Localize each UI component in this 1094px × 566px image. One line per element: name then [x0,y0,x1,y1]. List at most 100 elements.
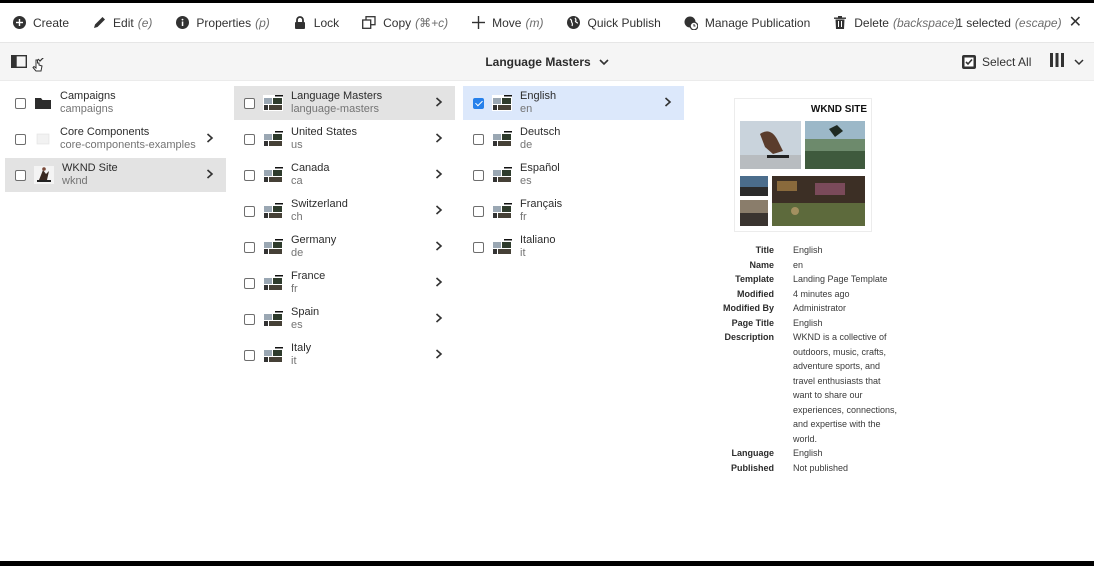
copy-label: Copy [383,15,412,30]
quick-publish-button[interactable]: Quick Publish [566,3,661,43]
property-row: Page Title English [700,316,920,331]
item-name: campaigns [60,103,114,115]
list-item[interactable]: France fr [234,266,455,300]
chevron-right-icon[interactable] [435,95,443,109]
page-title-text: Language Masters [485,55,591,69]
item-checkbox[interactable] [473,205,484,217]
item-title: Switzerland [291,198,348,210]
chevron-right-icon[interactable] [206,131,214,145]
title-bar: Language Masters Select All [0,43,1094,81]
chevron-right-icon[interactable] [435,203,443,217]
properties-button[interactable]: Properties (p) [175,3,270,43]
list-item[interactable]: Campaigns campaigns [5,86,226,120]
copy-shortcut: (⌘+c) [415,15,449,30]
list-item[interactable]: Canada ca [234,158,455,192]
list-item[interactable]: Italiano it [463,230,684,264]
list-item[interactable]: Français fr [463,194,684,228]
chevron-down-icon[interactable] [599,55,609,69]
delete-button[interactable]: Delete (backspace) [833,3,958,43]
item-name: wknd [62,175,88,187]
list-item[interactable]: Germany de [234,230,455,264]
chevron-right-icon[interactable] [435,239,443,253]
item-text: Switzerland ch [291,198,348,224]
chevron-right-icon[interactable] [435,275,443,289]
view-switcher[interactable] [1050,43,1084,81]
item-checkbox[interactable] [473,241,484,253]
item-thumbnail-icon [263,167,283,183]
lock-icon [293,16,307,30]
item-checkbox[interactable] [473,169,484,181]
property-key: Template [735,274,774,284]
list-item[interactable]: United States us [234,122,455,156]
item-checkbox[interactable] [473,97,484,109]
item-name: en [520,103,533,115]
item-checkbox[interactable] [244,133,255,145]
list-item[interactable]: Core Components core-components-examples [5,122,226,156]
item-thumbnail-icon [263,131,283,147]
item-thumbnail-icon [492,95,512,111]
list-item[interactable]: Switzerland ch [234,194,455,228]
item-checkbox[interactable] [244,97,255,109]
item-text: Language Masters language-masters [291,90,382,116]
property-row: Language English [700,446,920,461]
list-item[interactable]: WKND Site wknd [5,158,226,192]
lock-button[interactable]: Lock [293,3,339,43]
chevron-right-icon[interactable] [435,347,443,361]
item-thumbnail-icon [263,347,283,363]
item-text: Spain es [291,306,319,332]
item-checkbox[interactable] [244,349,255,361]
quick-publish-label: Quick Publish [587,15,661,30]
item-checkbox[interactable] [244,169,255,181]
list-item[interactable]: Italy it [234,338,455,372]
item-text: France fr [291,270,325,296]
item-checkbox[interactable] [244,313,255,325]
selection-count: 1 selected [956,16,1011,30]
column-sites: Campaigns campaigns Core Components core-co… [5,86,226,194]
item-checkbox[interactable] [244,241,255,253]
chevron-right-icon[interactable] [664,95,672,109]
item-thumbnail-icon [492,203,512,219]
manage-publication-button[interactable]: Manage Publication [684,3,810,43]
chevron-right-icon[interactable] [435,311,443,325]
item-title: France [291,270,326,282]
item-checkbox[interactable] [15,97,26,109]
create-button[interactable]: Create [12,3,69,43]
list-item[interactable]: Deutsch de [463,122,684,156]
chevron-right-icon[interactable] [206,167,214,181]
chevron-right-icon[interactable] [435,167,443,181]
properties-shortcut: (p) [255,15,270,30]
item-checkbox[interactable] [473,133,484,145]
item-checkbox[interactable] [15,133,26,145]
property-row: Template Landing Page Template [700,272,920,287]
action-bar: Create Edit (e) Properties (p) Lock Copy… [0,3,1094,43]
move-button[interactable]: Move (m) [471,3,543,43]
chevron-right-icon[interactable] [435,131,443,145]
list-item[interactable]: Español es [463,158,684,192]
item-checkbox[interactable] [15,169,26,181]
copy-button[interactable]: Copy (⌘+c) [362,3,448,43]
list-item[interactable]: Spain es [234,302,455,336]
item-title: Core Components [60,126,150,138]
property-key: Name [749,259,774,270]
rail-toggle-icon[interactable] [10,54,28,69]
trash-icon [833,16,847,30]
close-icon[interactable]: ✕ [1069,15,1082,31]
item-thumbnail-icon [263,239,283,255]
item-checkbox[interactable] [244,205,255,217]
chevron-down-icon [1074,53,1084,71]
page-title: Language Masters [0,43,1094,81]
item-text: Canada ca [291,162,330,188]
list-item[interactable]: Language Masters language-masters [234,86,455,120]
list-item[interactable]: English en [463,86,684,120]
item-text: Italiano it [520,234,555,260]
select-all-button[interactable]: Select All [962,43,1031,81]
edit-button[interactable]: Edit (e) [92,3,152,43]
item-name: de [291,247,304,259]
item-checkbox[interactable] [244,277,255,289]
cursor-icon [30,56,46,74]
item-name: us [291,139,303,151]
item-thumbnail-icon [263,275,283,291]
property-value: Administrator [793,303,847,313]
item-name: ch [291,211,303,223]
move-icon [471,16,485,30]
